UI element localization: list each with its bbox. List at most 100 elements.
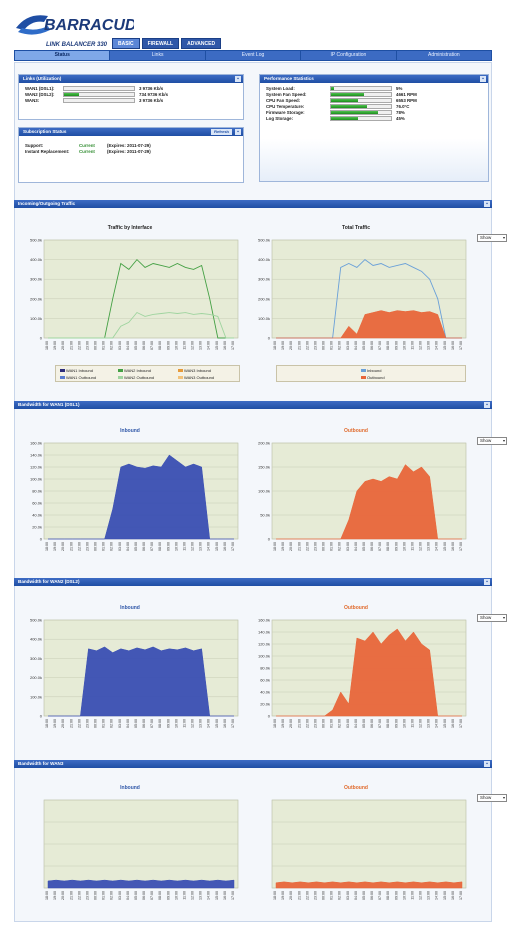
x-tick-label: 14:00 [435,719,439,728]
x-tick-label: 18:00 [45,341,49,350]
wan1-outbound-chart: 200.0k 150.0k 100.0k 50.0k 018:00 19:00 20:00 2… [258,441,467,551]
x-tick-label: 00:00 [94,891,98,900]
x-tick-label: 10:00 [402,341,406,350]
collapse-icon[interactable]: ▪ [235,129,241,135]
interval-select[interactable]: Show ▾ [477,794,507,802]
x-tick-label: 07:00 [378,542,382,551]
chart-title: Inbound [120,428,140,434]
x-tick-label: 18:00 [273,542,277,551]
interval-select[interactable]: Show ▾ [477,614,507,622]
x-tick-label: 00:00 [94,542,98,551]
x-tick-label: 16:00 [223,891,227,900]
x-tick-label: 09:00 [166,719,170,728]
x-tick-label: 19:00 [53,542,57,551]
collapse-icon[interactable]: ▪ [484,579,490,585]
x-tick-label: 13:00 [427,719,431,728]
collapse-icon[interactable]: ▪ [484,201,490,207]
x-tick-label: 09:00 [166,542,170,551]
x-tick-label: 05:00 [134,719,138,728]
x-tick-label: 20:00 [61,542,65,551]
y-tick-label: 160.0k [258,618,270,623]
collapse-icon[interactable]: ▪ [235,76,241,82]
x-tick-label: 08:00 [158,891,162,900]
x-tick-label: 17:00 [459,542,463,551]
x-tick-label: 03:00 [118,719,122,728]
x-tick-label: 13:00 [199,891,203,900]
x-tick-label: 23:00 [85,719,89,728]
x-tick-label: 09:00 [394,341,398,350]
y-tick-label: 300.0k [258,277,270,282]
interval-select[interactable]: Show ▾ [477,437,507,445]
y-tick-label: 50.0k [260,513,270,518]
x-tick-label: 08:00 [386,891,390,900]
x-tick-label: 15:00 [443,542,447,551]
y-tick-label: 160.0k [30,441,42,446]
x-tick-label: 14:00 [207,891,211,900]
x-tick-label: 21:00 [297,891,301,900]
x-tick-label: 12:00 [419,341,423,350]
subscription-row: Instant Replacement: Current (Expires: 2… [25,148,151,154]
nav-administration[interactable]: Administration [396,51,492,60]
x-tick-label: 03:00 [118,891,122,900]
x-tick-label: 02:00 [338,891,342,900]
x-tick-label: 00:00 [322,719,326,728]
x-tick-label: 16:00 [451,542,455,551]
x-tick-label: 21:00 [297,341,301,350]
nav-event-log[interactable]: Event Log [205,51,301,60]
x-tick-label: 14:00 [207,719,211,728]
y-tick-label: 40.0k [32,513,42,518]
tab-advanced[interactable]: ADVANCED [181,38,222,49]
y-tick-label: 20.0k [32,525,42,530]
x-tick-label: 14:00 [435,341,439,350]
y-tick-label: 100.0k [30,316,42,321]
sub-nav: Status Links Event Log IP Configuration … [14,50,492,61]
x-tick-label: 06:00 [142,341,146,350]
y-tick-label: 100.0k [258,489,270,494]
x-tick-label: 05:00 [362,341,366,350]
legend-item: WAN1 Outbound [60,375,96,380]
interval-select[interactable]: Show ▾ [477,234,507,242]
x-tick-label: 12:00 [191,891,195,900]
tab-firewall[interactable]: FIREWALL [141,38,180,49]
nav-status[interactable]: Status [15,51,110,60]
collapse-icon[interactable]: ▪ [484,761,490,767]
nav-links[interactable]: Links [110,51,205,60]
tab-basic[interactable]: BASIC [112,38,140,49]
y-tick-label: 200.0k [258,296,270,301]
chart-title: Total Traffic [342,225,370,231]
x-tick-label: 02:00 [110,891,114,900]
x-tick-label: 06:00 [370,542,374,551]
y-tick-label: 200.0k [258,441,270,446]
x-tick-label: 11:00 [410,891,414,900]
x-tick-label: 08:00 [386,542,390,551]
x-tick-label: 08:00 [158,542,162,551]
x-tick-label: 04:00 [126,719,130,728]
x-tick-label: 01:00 [102,719,106,728]
refresh-button[interactable]: Refresh [211,129,232,135]
x-tick-label: 17:00 [231,719,235,728]
nav-ip-configuration[interactable]: IP Configuration [301,51,396,60]
x-tick-label: 10:00 [402,542,406,551]
x-tick-label: 00:00 [94,719,98,728]
x-tick-label: 06:00 [142,542,146,551]
collapse-icon[interactable]: ▪ [484,402,490,408]
x-tick-label: 12:00 [191,719,195,728]
collapse-icon[interactable]: ▪ [480,76,486,82]
x-tick-label: 04:00 [126,542,130,551]
x-tick-label: 16:00 [223,719,227,728]
x-tick-label: 07:00 [150,719,154,728]
x-tick-label: 21:00 [69,719,73,728]
y-tick-label: 20.0k [260,702,270,707]
x-tick-label: 02:00 [110,542,114,551]
x-tick-label: 17:00 [459,719,463,728]
x-tick-label: 04:00 [354,341,358,350]
y-tick-label: 140.0k [30,453,42,458]
legend-item: WAN3 Inbound [178,368,211,373]
y-tick-label: 0 [268,336,271,341]
x-tick-label: 10:00 [402,719,406,728]
x-tick-label: 13:00 [427,542,431,551]
x-tick-label: 01:00 [102,891,106,900]
x-tick-label: 01:00 [330,542,334,551]
svg-text:BARRACUDA: BARRACUDA [44,17,134,34]
x-tick-label: 22:00 [77,341,81,350]
